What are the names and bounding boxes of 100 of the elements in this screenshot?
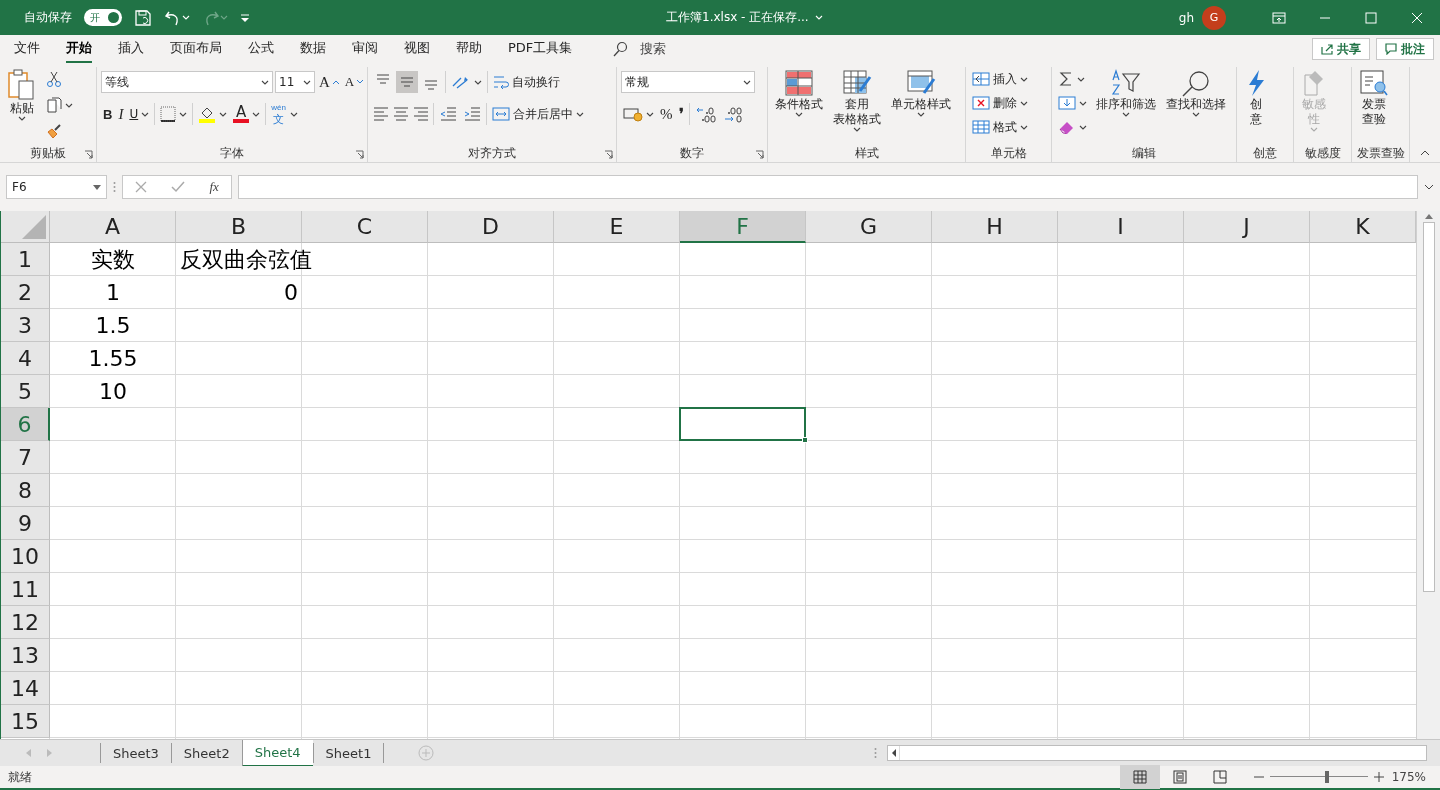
expand-icon[interactable] xyxy=(1424,184,1434,190)
row-header[interactable]: 8 xyxy=(1,474,50,507)
row-header[interactable]: 11 xyxy=(1,573,50,606)
row-header[interactable]: 7 xyxy=(1,441,50,474)
row-header[interactable]: 3 xyxy=(1,309,50,342)
name-box[interactable]: F6 xyxy=(6,175,107,199)
dialog-launcher-icon[interactable] xyxy=(755,150,764,159)
underline-button[interactable]: U xyxy=(127,102,152,126)
horizontal-scrollbar[interactable] xyxy=(887,745,1428,761)
font-name-field[interactable]: 等线 xyxy=(101,71,273,93)
group-label: 字体 xyxy=(220,144,244,162)
vertical-align-button[interactable] xyxy=(396,71,418,93)
row-header[interactable]: 1 xyxy=(1,243,50,276)
maximize-icon[interactable] xyxy=(1363,9,1379,26)
sort-filter-button[interactable]: 排序和筛选 xyxy=(1093,67,1159,119)
row-header[interactable]: 5 xyxy=(1,375,50,408)
column-header[interactable]: I xyxy=(1058,211,1184,243)
caret-icon xyxy=(1079,124,1087,130)
sheet-tab[interactable]: Sheet3 xyxy=(100,743,171,763)
caret-icon xyxy=(814,15,823,20)
ribbon-tab[interactable]: 文件 xyxy=(14,35,40,63)
font-size-field[interactable]: 11 xyxy=(275,71,315,93)
dialog-launcher-icon[interactable] xyxy=(84,150,93,159)
selected-cell[interactable] xyxy=(679,407,806,441)
align-lines-icon xyxy=(400,77,414,87)
column-header[interactable]: A xyxy=(50,211,176,243)
column-header[interactable]: J xyxy=(1184,211,1310,243)
ribbon-tab[interactable]: 公式 xyxy=(248,35,274,63)
row-header[interactable]: 2 xyxy=(1,276,50,309)
row-header[interactable]: 12 xyxy=(1,606,50,639)
check-icon[interactable] xyxy=(171,181,186,193)
cancel-icon[interactable] xyxy=(135,181,148,193)
dialog-launcher-icon[interactable] xyxy=(355,150,364,159)
user-avatar[interactable]: G xyxy=(1202,5,1226,30)
row-header[interactable]: 10 xyxy=(1,540,50,573)
wrap-text-button[interactable]: 自动换行 xyxy=(491,70,562,94)
caret-icon xyxy=(576,111,584,117)
merge-center-button[interactable]: 合并后居中 xyxy=(490,102,586,126)
row-header[interactable]: 14 xyxy=(1,672,50,705)
row-header[interactable]: 9 xyxy=(1,507,50,540)
italic-button[interactable]: I xyxy=(116,102,126,126)
delete-cells-button[interactable]: 删除 xyxy=(970,91,1030,115)
column-header[interactable]: B xyxy=(176,211,302,243)
comments-button[interactable]: 批注 xyxy=(1376,38,1434,60)
ribbon-tab[interactable]: 页面布局 xyxy=(170,35,222,63)
comma-style-button[interactable]: ❜ xyxy=(676,102,686,126)
save-icon[interactable] xyxy=(134,8,152,27)
column-header[interactable]: D xyxy=(428,211,554,243)
group-label: 创意 xyxy=(1253,144,1277,162)
zoom-level[interactable]: 175% xyxy=(1390,770,1426,784)
column-header[interactable]: G xyxy=(806,211,932,243)
zoom-slider-thumb[interactable] xyxy=(1324,771,1329,783)
sheet-tab[interactable]: Sheet2 xyxy=(170,743,242,763)
fill-handle[interactable] xyxy=(802,437,808,443)
search-field[interactable]: 搜索 xyxy=(612,40,667,58)
ribbon-tab[interactable]: PDF工具集 xyxy=(508,35,573,63)
bold-button[interactable]: B xyxy=(101,102,115,126)
customize-icon[interactable] xyxy=(240,12,250,23)
ribbon-tab[interactable]: 帮助 xyxy=(456,35,482,63)
ribbon-tab[interactable]: 插入 xyxy=(118,35,144,63)
caret-icon xyxy=(261,79,269,85)
row-header[interactable]: 13 xyxy=(1,639,50,672)
invoice-check-button[interactable]: 发票 查验 xyxy=(1356,67,1392,129)
insert-cells-button[interactable]: 插入 xyxy=(970,67,1030,91)
ideas-button[interactable]: 创 意 xyxy=(1241,67,1271,129)
format-as-table-button[interactable]: 套用 表格格式 xyxy=(830,67,884,134)
autosave-toggle[interactable]: 开 xyxy=(84,9,122,26)
font-color-button[interactable]: A xyxy=(231,102,263,126)
caret-icon xyxy=(18,116,26,121)
ribbon-tab[interactable]: 数据 xyxy=(300,35,326,63)
cell-styles-button[interactable]: 单元格样式 xyxy=(888,67,954,119)
insert-function-button[interactable]: fx xyxy=(209,179,219,195)
shrink-font-button[interactable]: A xyxy=(342,70,366,94)
grow-font-button[interactable]: A xyxy=(317,70,341,94)
zoom-in-icon[interactable] xyxy=(1374,772,1384,782)
column-header[interactable]: C xyxy=(302,211,428,243)
column-header[interactable]: E xyxy=(554,211,680,243)
formula-input[interactable] xyxy=(238,175,1418,199)
column-header[interactable]: F xyxy=(680,211,806,243)
ribbon-display-icon[interactable] xyxy=(1271,9,1287,26)
format-cells-button[interactable]: 格式 xyxy=(970,115,1030,139)
paste-button[interactable]: 粘贴 xyxy=(4,67,40,123)
ribbon-tab[interactable]: 审阅 xyxy=(352,35,378,63)
column-header[interactable]: K xyxy=(1310,211,1416,243)
row-header[interactable]: 4 xyxy=(1,342,50,375)
row-header[interactable]: 6 xyxy=(1,408,50,441)
ribbon-tab[interactable]: 视图 xyxy=(404,35,430,63)
number-format-field[interactable]: 常规 xyxy=(621,71,755,93)
conditional-formatting-button[interactable]: 条件格式 xyxy=(772,67,826,119)
share-button[interactable]: 共享 xyxy=(1312,38,1370,60)
sheet-tab[interactable]: Sheet4 xyxy=(241,739,313,767)
percent-style-button[interactable]: % xyxy=(658,102,675,126)
phonetic-button[interactable]: wén 文 xyxy=(269,103,288,125)
find-select-button[interactable]: 查找和选择 xyxy=(1163,67,1229,119)
vertical-scrollbar[interactable] xyxy=(1416,211,1440,739)
row-header[interactable]: 15 xyxy=(1,705,50,738)
view-button[interactable] xyxy=(1120,765,1160,789)
dialog-launcher-icon[interactable] xyxy=(604,150,613,159)
column-header[interactable]: H xyxy=(932,211,1058,243)
collapse-ribbon-icon[interactable] xyxy=(1420,150,1430,156)
